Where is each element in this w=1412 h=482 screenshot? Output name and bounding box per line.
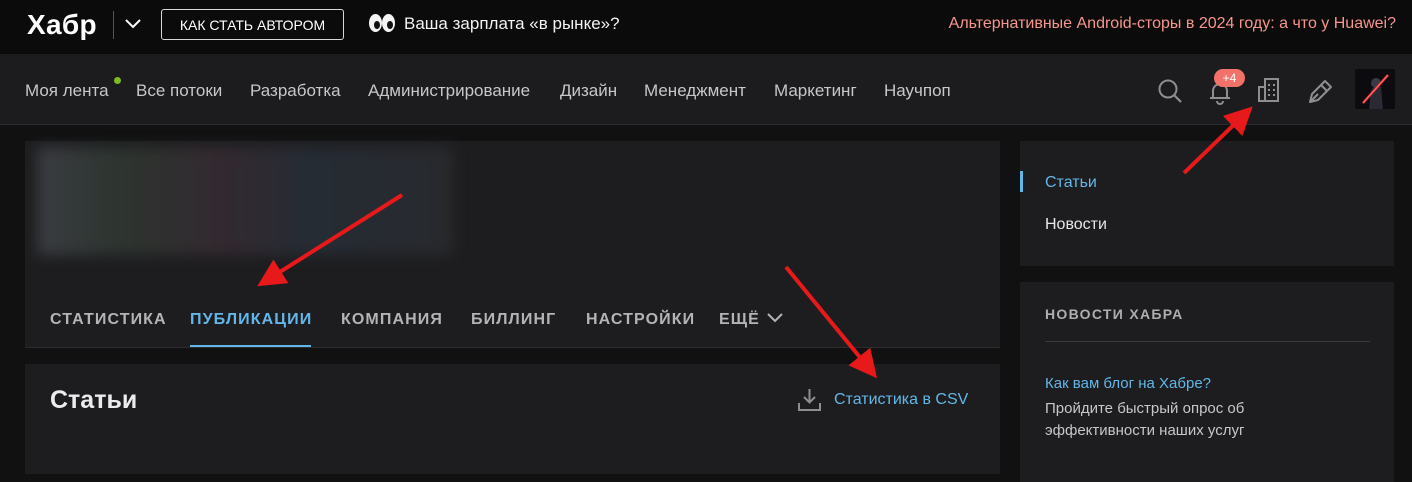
nav-management[interactable]: Менеджмент xyxy=(644,81,746,101)
habr-news-title: НОВОСТИ ХАБРА xyxy=(1045,306,1184,322)
sidebar-item-news[interactable]: Новости xyxy=(1045,216,1107,234)
promo-article-link[interactable]: Альтернативные Android-сторы в 2024 году… xyxy=(949,15,1396,33)
top-bar: Хабр КАК СТАТЬ АВТОРОМ Ваша зарплата «в … xyxy=(0,0,1412,54)
company-tabs: СТАТИСТИКА ПУБЛИКАЦИИ КОМПАНИЯ БИЛЛИНГ Н… xyxy=(25,290,1000,348)
nav-my-feed[interactable]: Моя лента xyxy=(25,81,109,101)
company-building-icon[interactable] xyxy=(1257,76,1283,104)
chevron-down-icon[interactable] xyxy=(124,17,142,31)
user-avatar[interactable] xyxy=(1355,69,1395,109)
eyes-emoji-icon xyxy=(369,14,395,32)
nav-administration[interactable]: Администрирование xyxy=(368,81,530,101)
tab-company[interactable]: КОМПАНИЯ xyxy=(341,311,443,329)
tab-publications[interactable]: ПУБЛИКАЦИИ xyxy=(190,311,312,329)
habr-logo[interactable]: Хабр xyxy=(27,9,97,41)
nav-popular-science[interactable]: Научпоп xyxy=(884,81,951,101)
avatar-image xyxy=(1355,69,1395,109)
nav-all-streams[interactable]: Все потоки xyxy=(136,81,222,101)
articles-card xyxy=(25,364,1000,474)
nav-development[interactable]: Разработка xyxy=(250,81,341,101)
news-survey-link[interactable]: Как вам блог на Хабре? xyxy=(1045,375,1211,392)
search-icon[interactable] xyxy=(1157,78,1183,104)
company-cover-image xyxy=(37,147,453,255)
chevron-down-icon[interactable] xyxy=(766,311,784,325)
tab-statistics[interactable]: СТАТИСТИКА xyxy=(50,311,167,329)
logo-divider xyxy=(113,11,114,39)
tab-settings[interactable]: НАСТРОЙКИ xyxy=(586,311,695,329)
sidebar-menu-card xyxy=(1020,141,1394,266)
nav-marketing[interactable]: Маркетинг xyxy=(774,81,857,101)
tabs-divider xyxy=(25,347,1000,348)
tab-more[interactable]: ЕЩЁ xyxy=(719,311,760,329)
news-survey-text: Пройдите быстрый опрос об эффективности … xyxy=(1045,400,1245,439)
sidebar-item-articles[interactable]: Статьи xyxy=(1045,174,1097,192)
write-pen-icon[interactable] xyxy=(1307,77,1335,105)
online-indicator xyxy=(114,77,121,84)
notification-count-badge: +4 xyxy=(1214,69,1245,87)
page-title: Статьи xyxy=(50,386,138,414)
download-icon[interactable] xyxy=(797,387,822,412)
export-csv-link[interactable]: Статистика в CSV xyxy=(834,391,968,409)
news-divider xyxy=(1045,341,1370,342)
how-to-become-author-button[interactable]: КАК СТАТЬ АВТОРОМ xyxy=(161,9,344,40)
main-navigation: Моя лента Все потоки Разработка Админист… xyxy=(0,54,1412,125)
salary-survey-link[interactable]: Ваша зарплата «в рынке»? xyxy=(404,14,620,34)
tab-billing[interactable]: БИЛЛИНГ xyxy=(471,311,556,329)
sidebar-active-indicator xyxy=(1020,171,1023,192)
nav-design[interactable]: Дизайн xyxy=(560,81,617,101)
